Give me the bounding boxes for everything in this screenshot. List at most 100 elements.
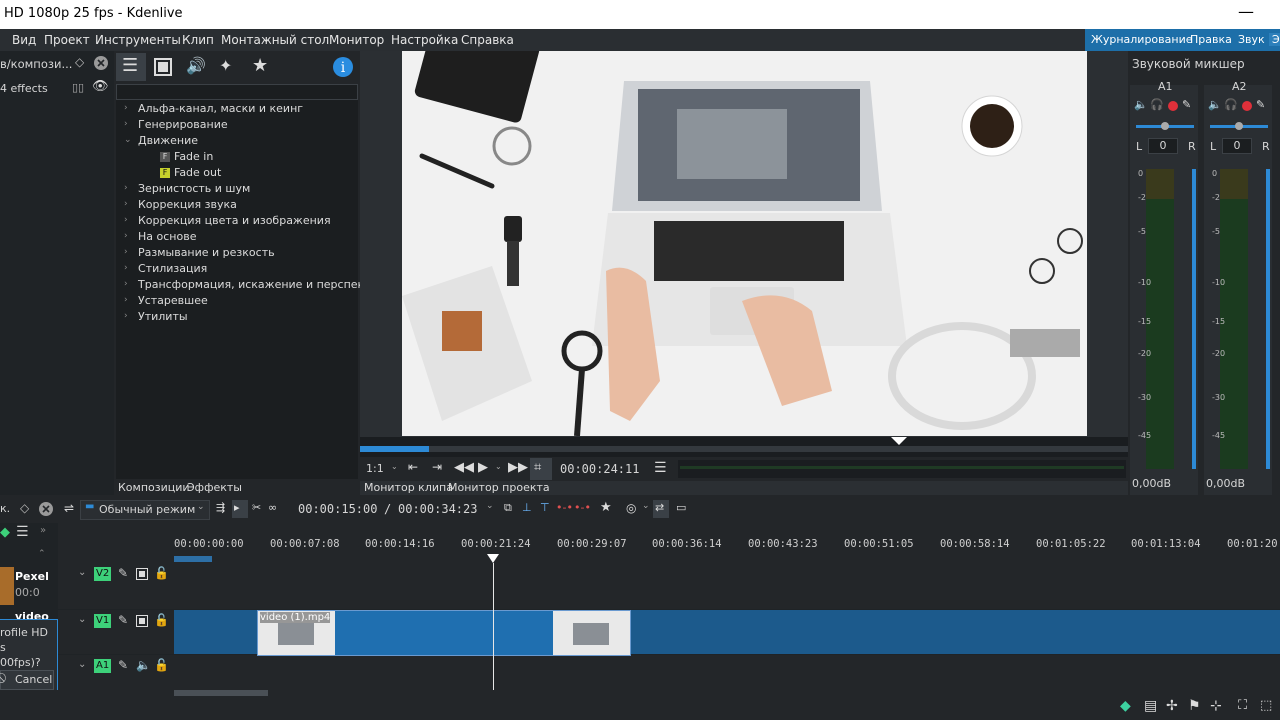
info-icon[interactable]: i [332,56,354,78]
zoom-select[interactable]: 1:1 [366,462,384,475]
keyframe-end-icon[interactable]: •-• [574,501,591,514]
cancel-button[interactable]: ⃠ Cancel [0,670,54,690]
keyframe-icon[interactable]: •-• [556,501,573,514]
chevron-down-icon[interactable]: ⌄ [642,501,650,511]
menu-clip[interactable]: Клип [182,33,214,47]
fx-category[interactable]: › Утилиты [116,309,358,325]
collapse-icon[interactable]: ⌄ [78,614,86,625]
close-icon[interactable] [38,501,54,517]
favorites-star-icon[interactable]: ★ [252,55,268,76]
pan-value-input[interactable]: 0 [1222,138,1252,154]
film-icon[interactable] [136,568,148,580]
effects-wand-icon[interactable]: ✎ [118,613,128,627]
track-lane-v2[interactable] [174,563,1280,609]
speaker-icon[interactable]: 🔈 [1134,98,1148,111]
film-icon[interactable] [136,615,148,627]
record-icon[interactable] [1242,101,1252,111]
timeline-scrollbar[interactable] [174,690,268,696]
collapse-icon[interactable]: ⌄ [78,659,86,670]
effects-wand-icon[interactable]: ✎ [118,658,128,672]
magic-wand-icon[interactable]: ✎ [1182,98,1191,111]
video-preview[interactable] [402,51,1087,436]
track-name-a1[interactable]: A1 [94,659,112,673]
playhead-marker-icon[interactable] [487,554,499,563]
select-tool-icon[interactable]: ▸ [234,501,240,514]
lock-icon[interactable]: 🔓 [154,613,169,627]
tab-compositions[interactable]: Композиции [118,481,190,494]
split-icon[interactable]: ⇌ [64,501,74,515]
tab-effects[interactable]: Эффекты [187,481,242,494]
record-icon[interactable] [1168,101,1178,111]
timeline-clip[interactable]: video (1).mp4 [257,610,631,656]
rewind-icon[interactable]: ◀◀ [454,460,474,475]
eye-icon[interactable]: 👁 [92,79,109,94]
chevron-down-icon[interactable]: ⌄ [486,501,494,511]
track-name-v2[interactable]: V2 [94,567,112,581]
razor-tool-icon[interactable]: ✂ [252,501,261,514]
audio-waveform-icon[interactable]: ✢ [1166,698,1178,714]
zone-marker[interactable] [174,556,212,562]
spacer-tool-icon[interactable]: ∞ [268,501,277,514]
layout-logging[interactable]: Журналирование [1091,33,1193,46]
track-name-v1[interactable]: V1 [94,614,112,628]
expand-icon[interactable]: » [40,525,46,536]
thumbnails-icon[interactable]: ▤ [1144,698,1157,714]
effects-search-input[interactable] [116,84,358,100]
fx-category[interactable]: › Генерирование [116,117,358,133]
timeline-ruler[interactable]: 00:00:00:00 00:00:07:08 00:00:14:16 00:0… [174,523,1280,563]
bin-tag-icon[interactable]: ◆ [0,525,10,540]
fx-category[interactable]: › Устаревшее [116,293,358,309]
align-top-icon[interactable]: ⊤ [540,501,550,514]
menu-help[interactable]: Справка [461,33,514,47]
layout-audio[interactable]: Звук [1238,33,1265,46]
tag-icon[interactable]: ◆ [1120,698,1131,714]
fx-item-fade-out[interactable]: F Fade out [116,165,358,181]
menu-view[interactable]: Вид [12,33,36,47]
clip-thumbnail[interactable] [0,567,14,605]
fit-zoom-icon[interactable]: ⧉ [504,501,512,515]
diamond-icon[interactable]: ◇ [75,55,84,69]
zoom-icon[interactable]: ⬚ [1260,698,1272,713]
layout-effects[interactable]: Э [1269,33,1280,46]
lock-icon[interactable]: 🔓 [154,566,169,580]
menu-timeline[interactable]: Монтажный стол [221,33,329,47]
pan-handle-icon[interactable] [1234,121,1244,131]
compare-icon[interactable]: ▯▯ [72,81,84,94]
volume-value[interactable]: 0,00dB [1206,477,1245,490]
tab-clip-monitor[interactable]: Монитор клипа [364,481,453,494]
fx-category[interactable]: › На основе [116,229,358,245]
track-lane-a1[interactable] [174,655,1280,690]
menu-tools[interactable]: Инструменты [95,33,181,47]
fit-icon[interactable]: ⛶ [1238,698,1247,713]
monitor-timecode[interactable]: 00:00:24:11 [560,462,639,476]
timeline-position[interactable]: 00:00:15:00 [298,502,377,516]
play-icon[interactable]: ▶ [478,460,488,475]
menu-icon[interactable]: ☰ [654,460,667,476]
menu-settings[interactable]: Настройка [391,33,458,47]
speaker-icon[interactable]: 🔈 [1208,98,1222,111]
set-out-point-icon[interactable]: ⇥ [432,460,442,474]
fx-category[interactable]: › Коррекция цвета и изображения [116,213,358,229]
effects-wand-icon[interactable]: ✎ [118,566,128,580]
ripple-icon[interactable]: ⇶ [216,501,225,514]
fx-category[interactable]: › Коррекция звука [116,197,358,213]
collapse-icon[interactable]: ⌄ [78,567,86,578]
subtitle-icon[interactable]: ▭ [676,501,686,514]
menu-project[interactable]: Проект [44,33,90,47]
timeline-playhead[interactable] [493,563,494,690]
fx-category[interactable]: ⌄ Движение [116,133,358,149]
volume-fader[interactable] [1192,169,1196,469]
target-icon[interactable]: ◎ [626,501,636,515]
audio-effects-icon[interactable]: 🔊 [186,56,206,75]
layout-editing[interactable]: Правка [1190,33,1232,46]
mixer-toggle-icon[interactable]: ⇄ [655,501,664,514]
bin-clip-name[interactable]: Pexel [15,570,49,583]
edit-mode-select[interactable]: ▬ Обычный режим ⌄ [80,500,210,520]
fx-category[interactable]: › Альфа-канал, маски и кеинг [116,101,358,117]
magic-wand-icon[interactable]: ✎ [1256,98,1265,111]
headphones-icon[interactable]: 🎧 [1150,98,1164,111]
crop-icon[interactable]: ⌗ [534,460,541,475]
volume-value[interactable]: 0,00dB [1132,477,1171,490]
menu-monitor[interactable]: Монитор [329,33,384,47]
volume-fader[interactable] [1266,169,1270,469]
